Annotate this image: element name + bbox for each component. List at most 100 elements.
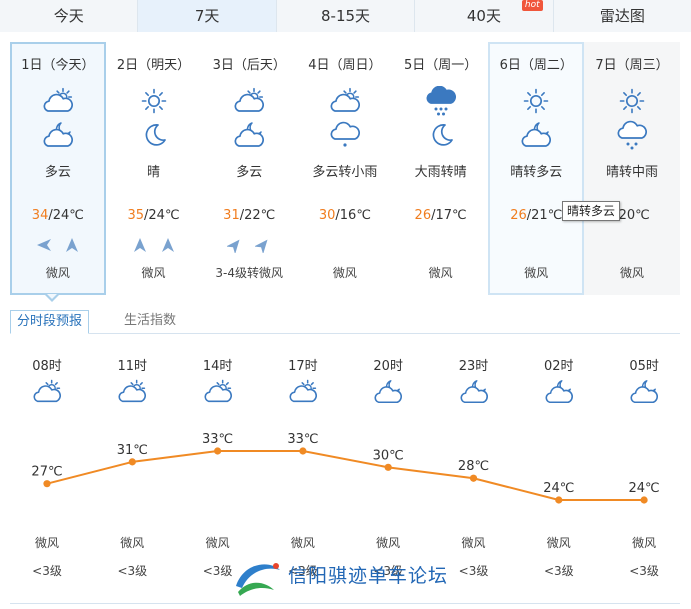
day-date: 3日（后天） bbox=[212, 58, 286, 73]
wind-directions bbox=[12, 237, 104, 253]
moderate-rain-icon bbox=[617, 120, 647, 150]
hour-wind-level: <3级 bbox=[543, 564, 574, 578]
temp-low: /24℃ bbox=[48, 208, 84, 223]
hour-time: 17时 bbox=[288, 359, 318, 374]
tab-7day[interactable]: 7天 bbox=[138, 0, 277, 32]
temperature-range: 26/17℃ bbox=[395, 208, 487, 223]
tab-40day[interactable]: 40天 hot bbox=[415, 0, 554, 32]
wind-level: 微风 bbox=[141, 266, 166, 280]
temperature-point bbox=[299, 447, 307, 455]
day-date: 5日（周一） bbox=[403, 58, 478, 73]
hour-time: 02时 bbox=[544, 359, 574, 374]
divider bbox=[10, 603, 680, 604]
weather-description: 多云 bbox=[236, 165, 263, 180]
partly-cloudy-day-icon bbox=[43, 87, 73, 112]
wind-direction-icon bbox=[65, 238, 78, 252]
cloudy-night-icon bbox=[630, 380, 659, 404]
heavy-rain-icon bbox=[426, 86, 456, 116]
day-card[interactable]: 3日（后天） 多云 31/22℃ 3-4级转微风 bbox=[201, 42, 297, 295]
wind-directions bbox=[586, 237, 678, 253]
tab-label: 今天 bbox=[53, 7, 84, 25]
weather-description: 晴 bbox=[147, 165, 161, 180]
wind-direction-icon bbox=[227, 239, 240, 253]
watermark-text: 信阳骐迹单车论坛 bbox=[288, 565, 449, 587]
hour-wind: 微风 bbox=[290, 536, 315, 550]
wind-direction-icon bbox=[255, 239, 268, 253]
tab-hourly-forecast[interactable]: 分时段预报 bbox=[10, 310, 90, 334]
temperature-range: 35/24℃ bbox=[108, 208, 200, 223]
sun-icon bbox=[619, 88, 645, 114]
tab-label: 雷达图 bbox=[599, 7, 645, 25]
hour-wind: 微风 bbox=[120, 536, 145, 550]
temperature-point bbox=[128, 458, 136, 466]
hour-time: 23时 bbox=[458, 359, 489, 374]
light-rain-icon bbox=[330, 121, 360, 147]
weather-description: 晴转中雨 bbox=[605, 165, 658, 180]
partly-cloudy-day-icon bbox=[118, 379, 147, 403]
cloudy-night-icon bbox=[374, 380, 403, 404]
tab-radar[interactable]: 雷达图 bbox=[553, 0, 691, 32]
temperature-label: 27℃ bbox=[31, 465, 62, 480]
day-date: 7日（周三） bbox=[595, 58, 669, 73]
wind-direction-icon bbox=[133, 238, 146, 252]
hour-wind: 微风 bbox=[34, 536, 59, 550]
detail-subtabs: 分时段预报 生活指数 bbox=[10, 310, 680, 334]
temp-high: 30 bbox=[318, 208, 336, 223]
day-card[interactable]: 6日（周二） 晴转多云 26/21℃ 微风 bbox=[488, 42, 585, 295]
temperature-label: 24℃ bbox=[629, 481, 660, 496]
hour-time: 11时 bbox=[117, 359, 148, 374]
weather-description: 多云转小雨 bbox=[312, 165, 378, 180]
weather-description: 多云 bbox=[44, 165, 71, 180]
partly-cloudy-day-icon bbox=[234, 87, 265, 112]
cloudy-night-icon bbox=[43, 122, 73, 147]
tab-life-index[interactable]: 生活指数 bbox=[118, 310, 182, 334]
weather-description: 大雨转晴 bbox=[414, 165, 467, 180]
temp-high: 26 bbox=[510, 208, 527, 223]
temperature-point bbox=[469, 474, 478, 482]
hour-wind: 微风 bbox=[546, 536, 571, 550]
wind-level: 微风 bbox=[428, 266, 453, 280]
hour-wind-level: <3级 bbox=[32, 564, 62, 578]
cloudy-night-icon bbox=[459, 380, 488, 404]
hot-badge: hot bbox=[521, 0, 543, 11]
sun-icon bbox=[141, 88, 166, 114]
temperature-range: 34/24℃ bbox=[12, 208, 104, 223]
wind-directions bbox=[299, 237, 391, 253]
wind-level: 微风 bbox=[45, 266, 70, 280]
temperature-point bbox=[43, 480, 51, 488]
tab-8-15day[interactable]: 8-15天 bbox=[276, 0, 416, 32]
hour-time: 08时 bbox=[32, 359, 62, 374]
sun-icon bbox=[523, 88, 549, 114]
temperature-label: 28℃ bbox=[458, 459, 489, 474]
tab-label: 7天 bbox=[194, 7, 220, 25]
hour-time: 05时 bbox=[629, 359, 659, 374]
hour-time: 20时 bbox=[373, 359, 403, 374]
wind-level: 微风 bbox=[524, 266, 549, 280]
day-card[interactable]: 1日（今天） 多云 34/24℃ 微风 bbox=[10, 42, 106, 295]
cloudy-night-icon bbox=[234, 122, 265, 147]
wind-directions bbox=[108, 237, 200, 253]
day-card[interactable]: 5日（周一） 大雨转晴 26/17℃ 微风 bbox=[393, 42, 489, 295]
tab-today[interactable]: 今天 bbox=[0, 0, 139, 32]
tab-label: 8-15天 bbox=[320, 7, 371, 25]
today-pointer bbox=[45, 294, 59, 302]
temp-high: 35 bbox=[127, 208, 145, 223]
partly-cloudy-day-icon bbox=[330, 87, 360, 112]
partly-cloudy-day-icon bbox=[289, 379, 317, 403]
day-card[interactable]: 4日（周日） 多云转小雨 30/16℃ 微风 bbox=[297, 42, 393, 295]
wind-direction-icon bbox=[36, 239, 51, 251]
partly-cloudy-day-icon bbox=[204, 379, 232, 403]
day-date: 1日（今天） bbox=[21, 58, 95, 73]
moon-icon bbox=[145, 124, 166, 146]
temperature-range: 30/16℃ bbox=[299, 208, 391, 223]
hour-wind-level: <3级 bbox=[117, 564, 148, 578]
tab-label: 40天 bbox=[466, 7, 501, 25]
day-card[interactable]: 2日（明天） 晴 35/24℃ 微风 bbox=[106, 42, 202, 295]
day-card[interactable]: 7日（周三） 晴转中雨 /20℃ 微风 bbox=[584, 42, 680, 295]
temperature-label: 31℃ bbox=[117, 443, 148, 458]
wind-level: 微风 bbox=[619, 266, 644, 280]
wind-directions bbox=[490, 237, 582, 253]
wind-direction-icon bbox=[161, 238, 174, 252]
weather-description: 晴转多云 bbox=[510, 165, 563, 180]
temp-high: 31 bbox=[223, 208, 240, 223]
